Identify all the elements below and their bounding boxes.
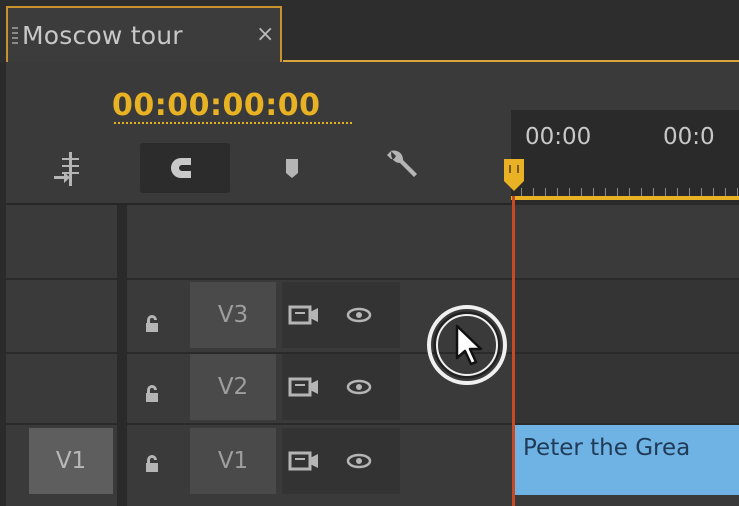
add-marker-icon[interactable] [284, 157, 300, 179]
clip-label: Peter the Grea [523, 435, 691, 461]
source-column-divider [117, 205, 127, 506]
close-icon[interactable]: × [256, 22, 274, 47]
playhead-timecode[interactable]: 00:00:00:00 [112, 88, 320, 123]
eye-icon[interactable] [346, 379, 372, 395]
playhead-line[interactable] [512, 196, 515, 506]
lock-icon[interactable] [143, 385, 161, 403]
track-controls-v1 [282, 428, 400, 494]
snap-button[interactable] [140, 143, 230, 193]
wrench-settings-icon[interactable] [384, 146, 420, 182]
lock-icon[interactable] [143, 455, 161, 473]
track-controls-v2 [282, 354, 400, 420]
eye-icon[interactable] [346, 307, 372, 323]
sequence-tab[interactable]: Moscow tour × [6, 6, 282, 62]
timecode-underline [114, 122, 352, 124]
sequence-tab-label: Moscow tour [22, 21, 183, 50]
sync-lock-icon[interactable] [288, 304, 320, 326]
track-controls-v3 [282, 282, 400, 348]
track-name-v3[interactable]: V3 [190, 282, 276, 348]
eye-icon[interactable] [346, 453, 372, 469]
sync-lock-icon[interactable] [288, 376, 320, 398]
track-name-v1[interactable]: V1 [190, 428, 276, 494]
time-ruler[interactable]: 00:00 00:0 [511, 110, 739, 205]
ruler-label: 00:00 [525, 124, 592, 150]
track-lane-v3[interactable] [515, 280, 739, 352]
snap-magnet-icon [171, 158, 197, 178]
video-clip[interactable]: Peter the Grea [515, 425, 739, 495]
track-name-v2[interactable]: V2 [190, 354, 276, 420]
ruler-ticks [521, 188, 739, 196]
ruler-label: 00:0 [663, 124, 715, 150]
panel-grip-icon[interactable] [12, 27, 18, 45]
track-lane-v2[interactable] [515, 354, 739, 423]
work-area-bar[interactable] [511, 196, 739, 200]
playhead-handle-icon[interactable] [503, 157, 525, 193]
track-header-border [6, 203, 511, 205]
mouse-cursor-icon [427, 305, 507, 385]
lock-icon[interactable] [143, 315, 161, 333]
sync-lock-icon[interactable] [288, 450, 320, 472]
insert-nest-icon[interactable] [52, 150, 88, 188]
source-patch-v1[interactable]: V1 [29, 428, 113, 494]
